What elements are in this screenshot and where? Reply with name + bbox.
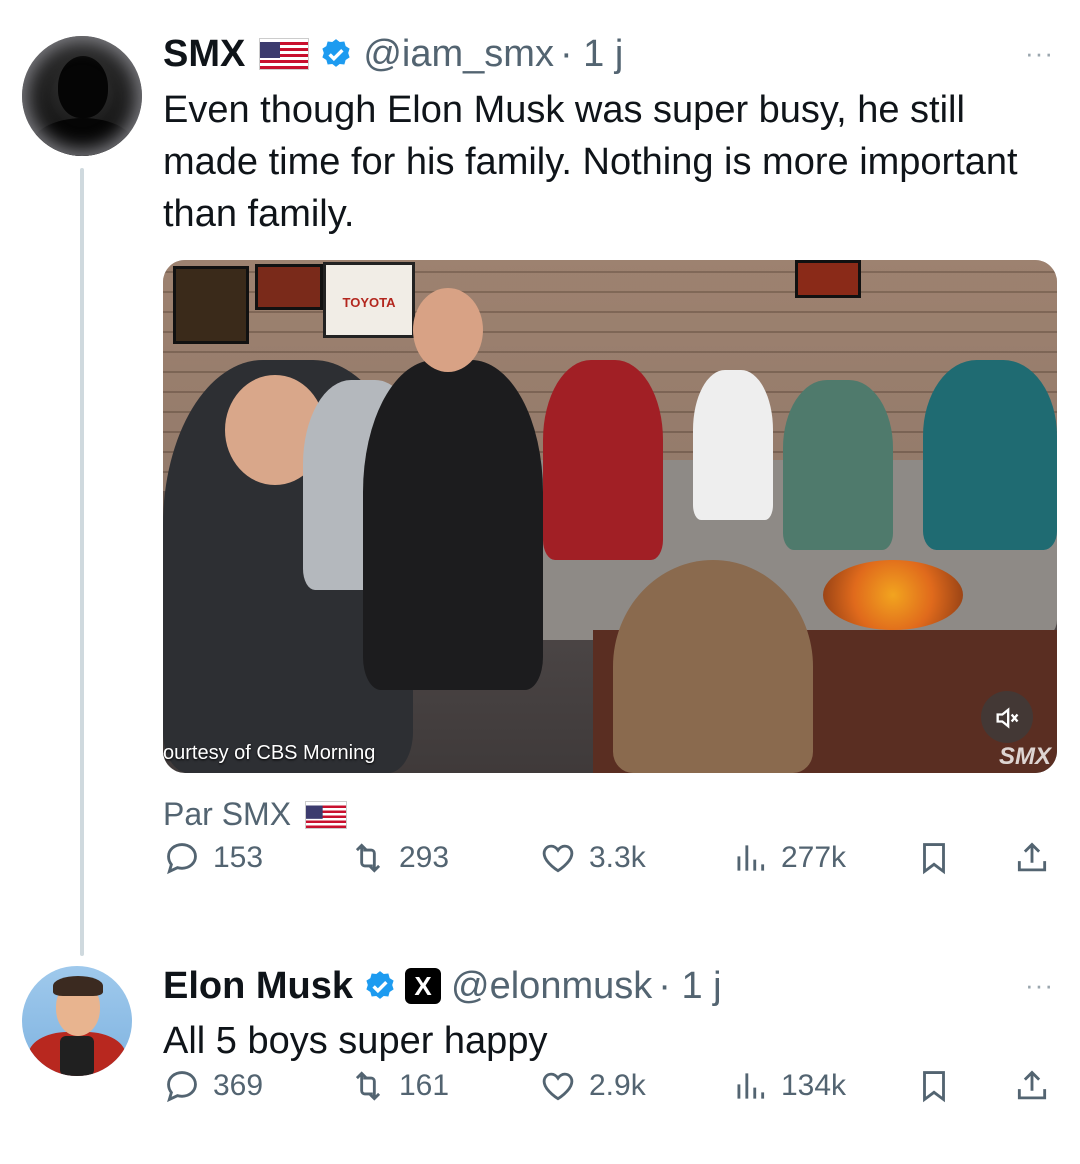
bookmark-icon xyxy=(923,1071,945,1103)
boy-white-shirt xyxy=(693,370,773,520)
video-watermark: SMX xyxy=(998,743,1051,770)
us-flag-icon xyxy=(305,800,348,829)
reply-button[interactable]: 369 xyxy=(163,1067,263,1105)
child-back-of-head xyxy=(613,560,813,773)
views-button[interactable]: 277k xyxy=(731,839,846,877)
bookmark-icon xyxy=(923,843,945,875)
avatar-hair xyxy=(53,976,103,996)
tweet2-author-name[interactable]: Elon Musk xyxy=(163,965,353,1008)
repost-icon xyxy=(355,843,381,873)
tweet2-text: All 5 boys super happy xyxy=(163,1020,548,1062)
reply-icon xyxy=(167,843,197,875)
woman-red-dress xyxy=(543,360,663,560)
tweet1-handle[interactable]: @iam_smx xyxy=(363,33,554,76)
repost-button[interactable]: 161 xyxy=(349,1067,449,1105)
speaker-muted-icon[interactable] xyxy=(981,691,1033,743)
tweet1-video[interactable]: TOYOTA ourtesy of CBS Morning SMX xyxy=(163,260,1057,773)
heart-icon xyxy=(542,844,574,873)
tweet2-timestamp[interactable]: · 1 j xyxy=(658,965,721,1008)
like-count: 2.9k xyxy=(589,1069,646,1102)
like-button[interactable]: 3.3k xyxy=(539,839,646,877)
bookmark-button[interactable] xyxy=(915,1067,953,1105)
reply-icon xyxy=(167,1071,197,1103)
avatar-glow xyxy=(22,36,142,156)
like-count: 3.3k xyxy=(589,841,646,874)
share-button[interactable] xyxy=(1013,1067,1051,1105)
us-flag-icon xyxy=(259,38,310,70)
thread-connector-line xyxy=(80,168,84,956)
tweet1-author-name[interactable]: SMX xyxy=(163,33,245,76)
tweet1-more-options-icon[interactable]: ··· xyxy=(1025,38,1054,69)
elon-musk-avatar[interactable] xyxy=(22,966,132,1076)
like-button[interactable]: 2.9k xyxy=(539,1067,646,1105)
attribution-text: Par SMX xyxy=(163,796,292,832)
share-button[interactable] xyxy=(1013,839,1051,877)
tweet1-text: Even though Elon Musk was super busy, he… xyxy=(163,89,1018,235)
views-button[interactable]: 134k xyxy=(731,1067,846,1105)
avatar-suit-detail xyxy=(60,1036,94,1076)
view-count: 277k xyxy=(781,841,847,874)
share-icon xyxy=(1017,1070,1047,1100)
reply-count: 369 xyxy=(213,1069,264,1102)
boy-green-shirt xyxy=(783,380,893,550)
tweet2-header: Elon Musk X @elonmusk · 1 j xyxy=(163,962,722,1010)
reply-count: 153 xyxy=(213,841,264,874)
repost-count: 161 xyxy=(399,1069,450,1102)
reply-button[interactable]: 153 xyxy=(163,839,263,877)
verified-badge-icon xyxy=(363,969,397,1003)
view-count: 134k xyxy=(781,1069,847,1102)
wall-picture xyxy=(255,264,323,310)
tweet2-more-options-icon[interactable]: ··· xyxy=(1025,970,1054,1001)
views-chart-icon xyxy=(737,1073,765,1099)
repost-count: 293 xyxy=(399,841,450,874)
person-face xyxy=(413,288,483,372)
video-caption: ourtesy of CBS Morning xyxy=(163,742,376,764)
flower-arrangement xyxy=(823,560,963,630)
tweet1-timestamp[interactable]: · 1 j xyxy=(560,33,623,76)
smx-avatar[interactable] xyxy=(22,36,142,156)
heart-icon xyxy=(542,1072,574,1101)
views-chart-icon xyxy=(737,845,765,871)
tweet1-attribution: Par SMX xyxy=(163,796,348,833)
x-affiliate-badge-icon: X xyxy=(405,968,442,1004)
tweet2-handle[interactable]: @elonmusk xyxy=(451,965,652,1008)
man-black-jacket xyxy=(363,360,543,690)
bookmark-button[interactable] xyxy=(915,839,953,877)
repost-icon xyxy=(355,1071,381,1101)
share-icon xyxy=(1017,842,1047,872)
tweet1-header: SMX @iam_smx · 1 j xyxy=(163,30,623,78)
verified-badge-icon xyxy=(319,37,353,71)
toyota-sign: TOYOTA xyxy=(323,262,415,338)
wall-picture xyxy=(795,260,861,298)
repost-button[interactable]: 293 xyxy=(349,839,449,877)
wall-picture xyxy=(173,266,249,344)
woman-teal-dress xyxy=(923,360,1057,550)
